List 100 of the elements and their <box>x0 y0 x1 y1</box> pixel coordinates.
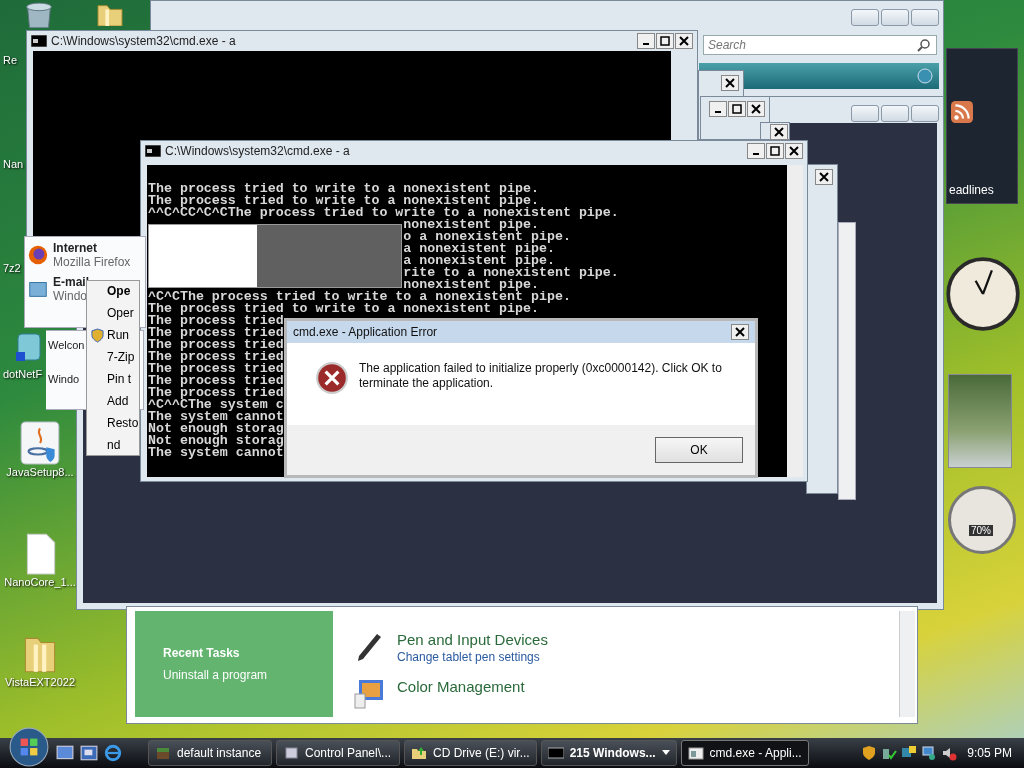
category-link[interactable]: Pen and Input Devices <box>397 631 548 648</box>
maximize-button[interactable] <box>656 33 674 49</box>
close-button[interactable] <box>785 143 803 159</box>
close-button[interactable] <box>731 324 749 340</box>
console-line: The process tried to write to a nonexistent pipe. <box>148 195 539 207</box>
folder-icon[interactable] <box>96 2 124 26</box>
start-button[interactable] <box>8 726 50 768</box>
menu-item[interactable]: 7-Zip <box>107 350 135 365</box>
minimize-icon <box>643 43 649 45</box>
console-line: The process tried <box>148 339 284 351</box>
taskbar-button[interactable]: default instance <box>148 740 272 766</box>
installer-icon[interactable] <box>14 332 42 364</box>
search-icon <box>917 38 931 52</box>
desktop-icon-label[interactable]: dotNetF <box>3 368 43 380</box>
console-line: nonexistent pipe. <box>402 219 539 231</box>
menu-item[interactable]: Windo <box>48 373 80 385</box>
ok-button[interactable]: OK <box>655 437 743 463</box>
recent-tasks-heading: Recent Tasks <box>163 646 241 660</box>
console-line: The process tried <box>148 327 284 339</box>
close-button[interactable] <box>675 33 693 49</box>
search-field[interactable]: Search <box>703 35 937 55</box>
console-line: a nonexistent pipe. <box>402 255 555 267</box>
console-icon <box>547 745 564 761</box>
block-icon <box>155 745 171 761</box>
scrollbar[interactable] <box>899 611 915 717</box>
java-setup-icon[interactable] <box>19 420 61 466</box>
console-line: The process tried <box>148 315 284 327</box>
menu-item[interactable]: Oper <box>107 306 134 321</box>
console-line: a nonexistent pipe. <box>402 243 555 255</box>
close-button[interactable] <box>770 124 788 140</box>
monitor-icon <box>353 678 385 710</box>
console-line: rite to a nonexistent pipe. <box>402 267 619 279</box>
menu-item[interactable]: Welcon <box>48 339 85 351</box>
desktop-icon-label[interactable]: JavaSetup8... <box>6 466 74 478</box>
console-line: The system cannot <box>148 447 284 459</box>
minimize-icon <box>753 153 759 155</box>
console-line: o a nonexistent pipe. <box>402 231 571 243</box>
task-link[interactable]: Change tablet pen settings <box>397 650 548 664</box>
minimize-button[interactable] <box>637 33 655 49</box>
category-link[interactable]: Color Management <box>397 678 525 695</box>
menu-item[interactable]: E-mail <box>53 275 89 289</box>
muted-speaker-icon[interactable] <box>941 745 958 761</box>
console-line: The process tried to write to a nonexistent pipe. <box>148 303 539 315</box>
console-line: The process tried <box>148 351 284 363</box>
console-line: Not enough storag <box>148 435 284 447</box>
dialog-title: cmd.exe - Application Error <box>293 325 438 339</box>
menu-item[interactable]: Internet <box>53 241 131 255</box>
help-icon[interactable] <box>917 68 933 84</box>
menu-item-subtitle: Mozilla Firefox <box>53 255 131 269</box>
close-button[interactable] <box>747 101 765 117</box>
taskbar-button[interactable]: CD Drive (E:) vir... <box>404 740 537 766</box>
console-line: The process tried to write to a nonexistent pipe. <box>148 183 539 195</box>
console-line: ^C^CThe process tried to write to a nonexistent pipe. <box>148 291 571 303</box>
console-line: The process tried <box>148 375 284 387</box>
console-icon <box>145 145 161 157</box>
cpu-reading: 70% <box>969 525 993 536</box>
maximize-button[interactable] <box>766 143 784 159</box>
desktop-icon-label[interactable]: 7z2 <box>3 262 21 274</box>
menu-item[interactable]: Add <box>107 393 129 408</box>
console-line: ^C^^CThe system c <box>148 399 284 411</box>
console-line: nonexistent pipe. <box>403 279 539 291</box>
windows-switch-icon[interactable] <box>80 744 98 762</box>
taskbar-button[interactable]: cmd.exe - Appli... <box>680 740 809 766</box>
taskbar-button[interactable]: Control Panel\... <box>276 740 400 766</box>
folder-icon <box>411 745 427 761</box>
scrollbar[interactable] <box>787 165 803 477</box>
desktop-icon-label[interactable]: Re <box>3 54 18 66</box>
minimize-button[interactable] <box>709 101 727 117</box>
console-line: The process tried <box>148 387 284 399</box>
menu-item[interactable]: Pin t <box>107 371 131 386</box>
close-button[interactable] <box>721 75 739 91</box>
rss-icon <box>951 101 973 123</box>
minimize-icon <box>715 111 721 113</box>
close-button[interactable] <box>815 169 833 185</box>
desktop-icon-label[interactable]: Nan <box>3 158 24 170</box>
menu-item[interactable]: Resto <box>107 415 139 430</box>
menu-item[interactable]: nd <box>107 437 121 452</box>
console-line: ^^C^CC^C^CThe process tried to write to a nonexistent pipe. <box>148 207 619 219</box>
console-icon <box>31 35 47 47</box>
maximize-button[interactable] <box>728 101 746 117</box>
window-title: C:\Windows\system32\cmd.exe - a <box>165 144 350 158</box>
menu-item[interactable]: Ope <box>107 284 131 299</box>
console-line: Not enough storag <box>148 423 284 435</box>
menu-item-subtitle: Windo <box>53 289 88 303</box>
error-message: The application failed to initialize properly (0xc0000142). Click OK to terminate the application. <box>359 361 723 392</box>
console-line: The process tried <box>148 363 284 375</box>
shield-icon[interactable] <box>861 745 878 761</box>
clock[interactable]: 9:05 PM <box>967 746 1012 760</box>
scrollbar[interactable] <box>838 222 856 500</box>
error-icon <box>315 361 349 395</box>
console-line: The system cannot <box>148 411 284 423</box>
minimize-button[interactable] <box>747 143 765 159</box>
control-panel-icon <box>283 745 299 761</box>
window-title: C:\Windows\system32\cmd.exe - a <box>51 34 236 48</box>
menu-item[interactable]: Run <box>107 328 129 343</box>
monitor-icon[interactable] <box>921 745 938 761</box>
window-icon <box>687 745 704 761</box>
browser-icon[interactable] <box>104 744 122 762</box>
desktop-icon[interactable] <box>56 744 74 762</box>
taskbar-button[interactable]: 215 Windows... <box>540 740 677 766</box>
